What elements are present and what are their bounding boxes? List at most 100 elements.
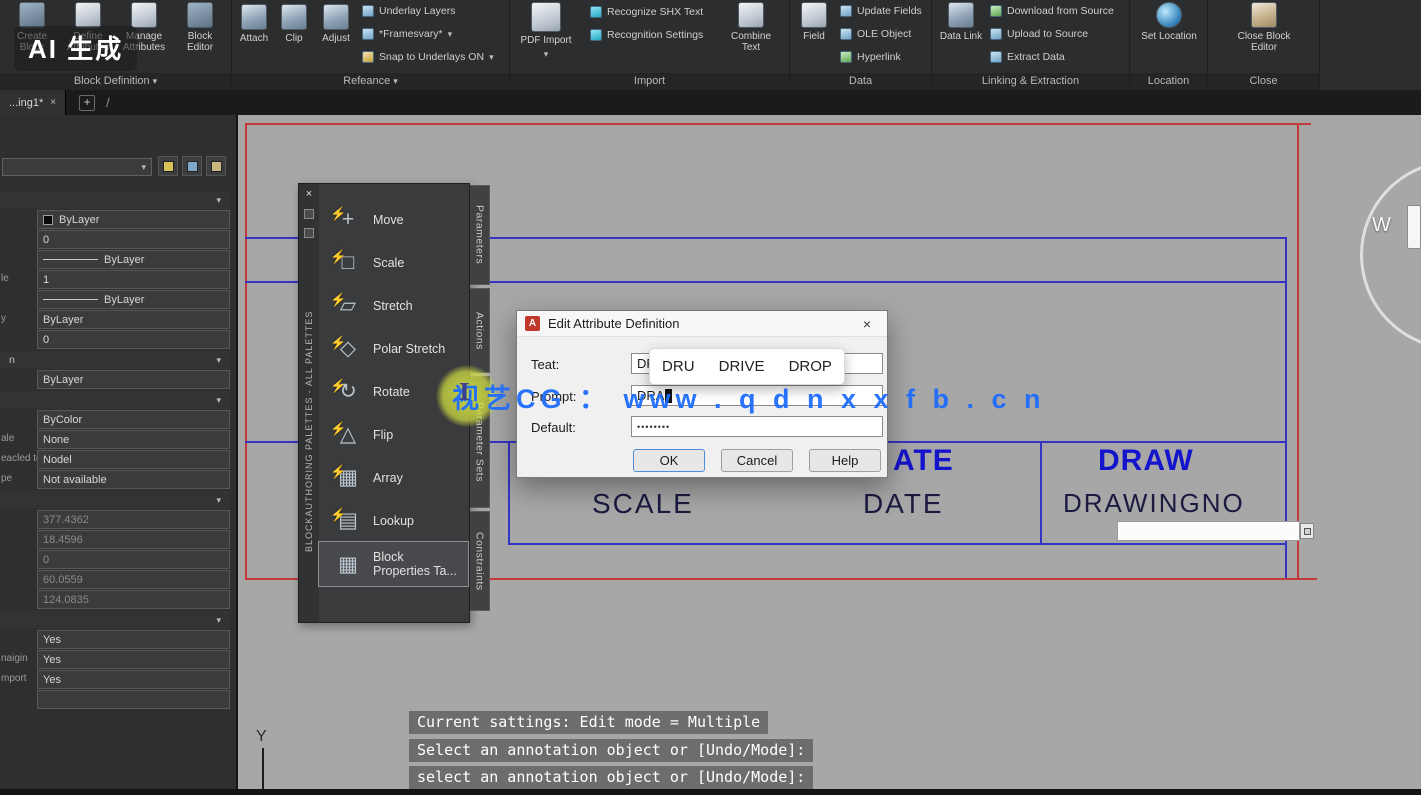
drawingno-input-button[interactable] xyxy=(1300,523,1314,539)
adjust-button[interactable]: Adjust xyxy=(316,4,356,44)
suggestion-item[interactable]: DRIVE xyxy=(719,358,765,375)
attach-button[interactable]: Attach xyxy=(236,4,272,44)
select-objects-button[interactable] xyxy=(182,156,202,176)
property-row[interactable]: 60.0559 xyxy=(0,570,234,590)
property-row[interactable]: 0 xyxy=(0,550,234,570)
chevron-down-icon[interactable]: ▾ xyxy=(216,395,221,406)
palette-item-polar-stretch[interactable]: ◇⚡Polar Stretch xyxy=(319,327,468,370)
snap-underlays-toggle[interactable]: Snap to Underlays ON ▾ xyxy=(362,51,494,63)
property-section[interactable]: ▾ xyxy=(0,190,234,210)
cancel-button[interactable]: Cancel xyxy=(721,449,793,472)
hyperlink-button[interactable]: Hyperlink xyxy=(840,51,901,63)
property-row[interactable]: ByLayer xyxy=(0,250,234,270)
palette-tab-parameters[interactable]: Parameters xyxy=(470,185,490,285)
property-row[interactable]: peNot available xyxy=(0,470,234,490)
property-row[interactable]: naiginYes xyxy=(0,650,234,670)
property-row[interactable]: 18.4596 xyxy=(0,530,234,550)
panel-label-reference[interactable]: Refeance ▾ xyxy=(232,73,509,90)
property-section[interactable]: n▾ xyxy=(0,350,234,370)
panel-label-linking[interactable]: Linking & Extraction xyxy=(932,73,1129,90)
property-label: ale xyxy=(1,433,37,444)
dialog-close-icon[interactable]: × xyxy=(855,316,879,332)
property-row[interactable]: ByLayer xyxy=(0,210,234,230)
recognize-shx-button[interactable]: Recognize SHX Text xyxy=(590,6,703,18)
palette-item-flip[interactable]: △⚡Flip xyxy=(319,413,468,456)
combine-text-button[interactable]: Combine Text xyxy=(722,2,780,53)
property-row[interactable] xyxy=(0,690,234,710)
property-row[interactable]: 0 xyxy=(0,330,234,350)
adjust-icon xyxy=(323,4,349,30)
properties-object-selector[interactable]: ▾ xyxy=(2,158,152,176)
property-row[interactable]: ByColor xyxy=(0,410,234,430)
chevron-down-icon[interactable]: ▾ xyxy=(216,195,221,206)
property-label: pe xyxy=(1,473,37,484)
help-button[interactable]: Help xyxy=(809,449,881,472)
palette-item-scale[interactable]: □⚡Scale xyxy=(319,241,468,284)
block-editor-icon xyxy=(187,2,213,28)
palette-close-icon[interactable]: × xyxy=(306,188,312,200)
panel-label-block-definition[interactable]: Block Definition ▾ xyxy=(0,73,231,90)
pdf-import-button[interactable]: PDF Import ▾ xyxy=(518,2,574,60)
property-row[interactable]: aleNone xyxy=(0,430,234,450)
suggestion-item[interactable]: DROP xyxy=(789,358,832,375)
property-section[interactable]: ▾ xyxy=(0,390,234,410)
property-row[interactable]: eacled toNodel xyxy=(0,450,234,470)
chevron-down-icon[interactable]: ▾ xyxy=(216,495,221,506)
chevron-down-icon[interactable]: ▾ xyxy=(216,615,221,626)
drawing-file-tab[interactable]: ...ing1* × xyxy=(0,90,66,115)
new-tab-button[interactable]: + xyxy=(79,95,95,111)
palette-item-stretch[interactable]: ▱⚡Stretch xyxy=(319,284,468,327)
property-row[interactable]: mportYes xyxy=(0,670,234,690)
palette-tab-constraints[interactable]: Constraints xyxy=(470,511,490,611)
download-source-button[interactable]: Download from Source xyxy=(990,5,1114,17)
upload-source-button[interactable]: Upload to Source xyxy=(990,28,1088,40)
palette-item-block-properties-table[interactable]: ▦Block Properties Ta... xyxy=(319,542,468,586)
ole-object-button[interactable]: OLE Object xyxy=(840,28,911,40)
close-block-editor-button[interactable]: Close Block Editor xyxy=(1229,2,1299,53)
block-editor-button[interactable]: Block Editor xyxy=(174,2,226,53)
underlay-layers-button[interactable]: Underlay Layers xyxy=(362,5,455,17)
text-cursor-icon: I xyxy=(459,379,470,406)
default-input[interactable]: •••••••• xyxy=(631,416,883,437)
property-section[interactable]: ▾ xyxy=(0,490,234,510)
property-row[interactable]: 377.4362 xyxy=(0,510,234,530)
suggestion-item[interactable]: DRU xyxy=(662,358,695,375)
drawingno-input[interactable] xyxy=(1117,521,1300,541)
clip-button[interactable]: Clip xyxy=(276,4,312,44)
toggle-pickadd-button[interactable] xyxy=(158,156,178,176)
palette-item-lookup[interactable]: ▤⚡Lookup xyxy=(319,499,468,542)
extract-data-button[interactable]: Extract Data xyxy=(990,51,1065,63)
set-location-button[interactable]: Set Location xyxy=(1139,2,1199,42)
property-row[interactable]: Yes xyxy=(0,630,234,650)
panel-label-data[interactable]: Data xyxy=(790,73,931,90)
frames-dropdown[interactable]: *Framesvary* ▾ xyxy=(362,28,452,40)
property-row[interactable]: 124.0835 xyxy=(0,590,234,610)
palette-properties-icon[interactable] xyxy=(304,228,314,238)
palette-item-move[interactable]: +⚡Move xyxy=(319,198,468,241)
palette-item-array[interactable]: ▦⚡Array xyxy=(319,456,468,499)
property-section[interactable]: ▾ xyxy=(0,610,234,630)
property-row[interactable]: 0 xyxy=(0,230,234,250)
data-link-button[interactable]: Data Link xyxy=(938,2,984,42)
palette-tab-actions[interactable]: Actions xyxy=(470,288,490,373)
recognition-settings-button[interactable]: Recognition Settings xyxy=(590,29,703,41)
property-row[interactable]: le1 xyxy=(0,270,234,290)
property-row[interactable]: ByLayer xyxy=(0,370,234,390)
lightning-icon: ⚡ xyxy=(330,292,346,308)
chevron-down-icon[interactable]: ▾ xyxy=(216,355,221,366)
ok-button[interactable]: OK xyxy=(633,449,705,472)
property-row[interactable]: ByLayer xyxy=(0,290,234,310)
navigation-wheel[interactable] xyxy=(1360,160,1421,350)
panel-label-import[interactable]: Import xyxy=(510,73,789,90)
panel-label-close[interactable]: Close xyxy=(1208,73,1319,90)
field-button[interactable]: Field xyxy=(796,2,832,42)
property-row[interactable]: yByLayer xyxy=(0,310,234,330)
update-fields-button[interactable]: Update Fields xyxy=(840,5,922,17)
dialog-title-bar[interactable]: A Edit Attribute Definition × xyxy=(517,311,887,337)
quick-select-button[interactable] xyxy=(206,156,226,176)
navigation-bar[interactable] xyxy=(1407,205,1421,249)
palette-autohide-icon[interactable] xyxy=(304,209,314,219)
recognition-settings-icon xyxy=(590,29,602,41)
panel-label-location[interactable]: Location xyxy=(1130,73,1207,90)
close-tab-icon[interactable]: × xyxy=(50,97,56,108)
